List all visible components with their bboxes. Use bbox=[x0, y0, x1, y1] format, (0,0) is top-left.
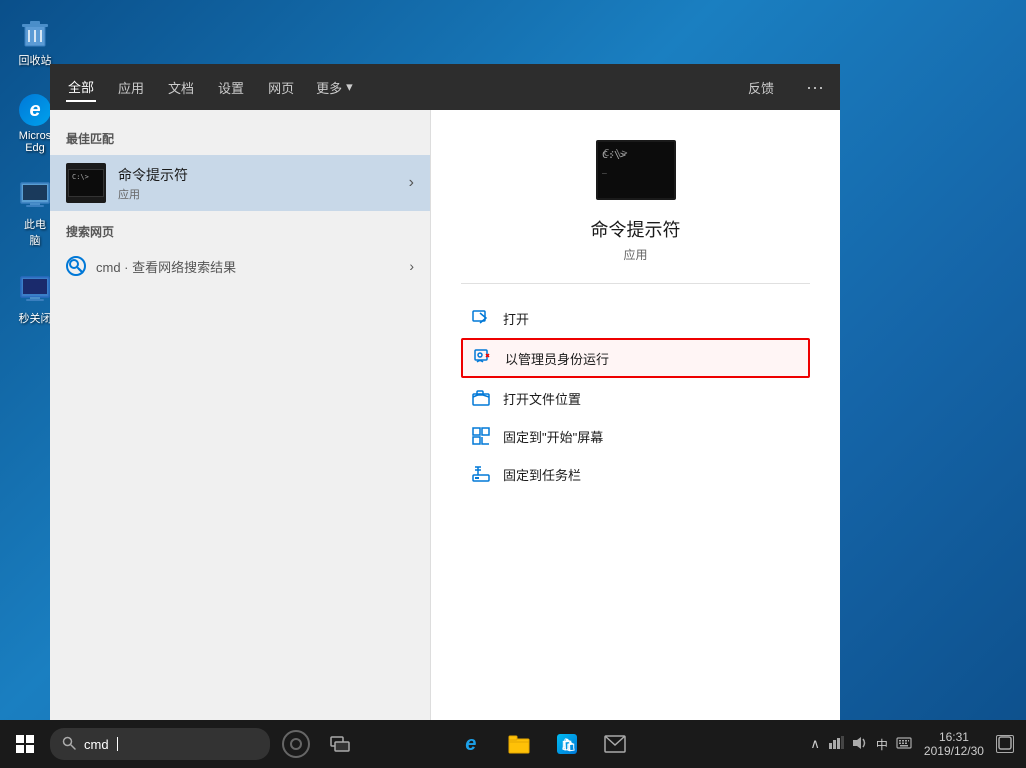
open-label: 打开 bbox=[503, 309, 529, 328]
clock-time: 16:31 bbox=[939, 730, 969, 744]
cmd-result-item[interactable]: 命令提示符 应用 › bbox=[50, 155, 430, 211]
web-query: cmd bbox=[96, 260, 121, 275]
run-admin-label: 以管理员身份运行 bbox=[505, 349, 609, 368]
web-result-text: cmd · 查看网络搜索结果 bbox=[96, 257, 236, 276]
taskbar-store-button[interactable]: 🛍 bbox=[545, 722, 589, 766]
taskbar-mail-button[interactable] bbox=[593, 722, 637, 766]
feedback-button[interactable]: 反馈 bbox=[748, 78, 774, 97]
recycle-bin-icon bbox=[17, 14, 53, 50]
taskbar: cmd e bbox=[0, 720, 1026, 768]
action-pin-start[interactable]: 固定到"开始"屏幕 bbox=[461, 418, 810, 454]
filter-tab-settings[interactable]: 设置 bbox=[216, 74, 246, 101]
computer-icon bbox=[17, 178, 53, 214]
clock-date: 2019/12/30 bbox=[924, 744, 984, 758]
pin-start-label: 固定到"开始"屏幕 bbox=[503, 427, 603, 446]
svg-text:🛍: 🛍 bbox=[561, 738, 576, 752]
open-location-icon bbox=[471, 388, 491, 408]
filter-bar: 全部 应用 文档 设置 网页 更多 ▾ 反馈 ··· bbox=[50, 64, 840, 110]
pin-taskbar-icon bbox=[471, 464, 491, 484]
filter-tab-apps[interactable]: 应用 bbox=[116, 74, 146, 101]
search-box-text: cmd bbox=[84, 737, 109, 752]
cmd-app-icon bbox=[68, 169, 104, 197]
cmd-result-name: 命令提示符 bbox=[118, 165, 409, 185]
shortcut-label: 秒关闭 bbox=[19, 310, 52, 326]
shortcut-icon bbox=[17, 272, 53, 308]
cmd-result-type: 应用 bbox=[118, 186, 409, 202]
open-icon bbox=[471, 308, 491, 328]
taskbar-mail-icon bbox=[604, 735, 626, 753]
filter-tab-all[interactable]: 全部 bbox=[66, 73, 96, 102]
right-panel: C:\> _ 命令提示符 应用 bbox=[430, 110, 840, 720]
search-box-cursor bbox=[117, 737, 118, 751]
content-area: 最佳匹配 命令提示符 应用 › 搜索网页 bbox=[50, 110, 840, 720]
action-list: 打开 以管理员身份运行 bbox=[461, 300, 810, 492]
web-section: 搜索网页 cmd · 查看网络搜索结果 › bbox=[50, 211, 430, 292]
cortana-icon bbox=[282, 730, 310, 758]
run-admin-icon bbox=[473, 348, 493, 368]
app-preview-icon: C:\> _ bbox=[596, 140, 676, 200]
cmd-result-icon bbox=[66, 163, 106, 203]
taskbar-clock[interactable]: 16:31 2019/12/30 bbox=[920, 730, 988, 758]
search-box-icon bbox=[62, 736, 76, 753]
best-match-header: 最佳匹配 bbox=[50, 126, 430, 155]
web-result-arrow: › bbox=[409, 258, 414, 274]
desktop: 回收站 e MicrosEdg 此电脑 bbox=[0, 0, 1026, 768]
svg-text:_: _ bbox=[602, 165, 607, 174]
cortana-button[interactable] bbox=[274, 722, 318, 766]
web-result-item[interactable]: cmd · 查看网络搜索结果 › bbox=[66, 248, 414, 284]
app-detail-subtitle: 应用 bbox=[623, 246, 647, 263]
app-detail-title: 命令提示符 bbox=[591, 216, 681, 242]
left-panel: 最佳匹配 命令提示符 应用 › 搜索网页 bbox=[50, 110, 430, 720]
edge-label: MicrosEdg bbox=[19, 130, 51, 154]
start-button[interactable] bbox=[0, 720, 50, 768]
action-run-admin[interactable]: 以管理员身份运行 bbox=[461, 338, 810, 378]
taskbar-edge-icon: e bbox=[465, 733, 476, 756]
recycle-bin-label: 回收站 bbox=[19, 52, 52, 68]
web-section-header: 搜索网页 bbox=[66, 223, 414, 240]
notification-button[interactable] bbox=[996, 735, 1014, 753]
action-open-location[interactable]: 打开文件位置 bbox=[461, 380, 810, 416]
filter-tab-docs[interactable]: 文档 bbox=[166, 74, 196, 101]
taskbar-edge-button[interactable]: e bbox=[449, 722, 493, 766]
taskbar-store-icon: 🛍 bbox=[556, 733, 578, 755]
search-result-panel: 全部 应用 文档 设置 网页 更多 ▾ 反馈 ··· 最佳匹配 bbox=[50, 64, 840, 720]
tray-volume-icon[interactable] bbox=[852, 736, 868, 753]
tray-keyboard-icon[interactable] bbox=[896, 737, 912, 752]
detail-divider bbox=[461, 283, 810, 284]
action-open[interactable]: 打开 bbox=[461, 300, 810, 336]
filter-tab-web[interactable]: 网页 bbox=[266, 74, 296, 101]
open-location-label: 打开文件位置 bbox=[503, 389, 581, 408]
web-search-icon bbox=[66, 256, 86, 276]
taskbar-explorer-button[interactable] bbox=[497, 722, 541, 766]
tray-ime-text[interactable]: 中 bbox=[876, 736, 888, 753]
pin-start-icon bbox=[471, 426, 491, 446]
svg-text:C:\>: C:\> bbox=[602, 150, 626, 161]
tray-network-icon[interactable] bbox=[828, 736, 844, 753]
tray-chevron[interactable]: ∧ bbox=[810, 736, 820, 752]
desktop-icon-recycle-bin[interactable]: 回收站 bbox=[10, 10, 60, 72]
task-view-icon bbox=[330, 734, 350, 754]
web-desc: · 查看网络搜索结果 bbox=[121, 260, 237, 275]
more-options-button[interactable]: ··· bbox=[806, 77, 824, 98]
pin-taskbar-label: 固定到任务栏 bbox=[503, 465, 581, 484]
taskbar-explorer-icon bbox=[508, 734, 530, 754]
search-box[interactable]: cmd bbox=[50, 728, 270, 760]
cmd-result-arrow: › bbox=[409, 174, 414, 192]
computer-label: 此电脑 bbox=[24, 216, 46, 248]
taskbar-center-icons: e bbox=[449, 722, 637, 766]
cmd-result-text: 命令提示符 应用 bbox=[118, 165, 409, 202]
chevron-down-icon: ▾ bbox=[346, 79, 353, 95]
task-view-button[interactable] bbox=[318, 722, 362, 766]
edge-icon: e bbox=[17, 92, 53, 128]
filter-tab-more[interactable]: 更多 ▾ bbox=[316, 78, 353, 97]
system-tray: ∧ 中 bbox=[810, 730, 1026, 758]
action-pin-taskbar[interactable]: 固定到任务栏 bbox=[461, 456, 810, 492]
